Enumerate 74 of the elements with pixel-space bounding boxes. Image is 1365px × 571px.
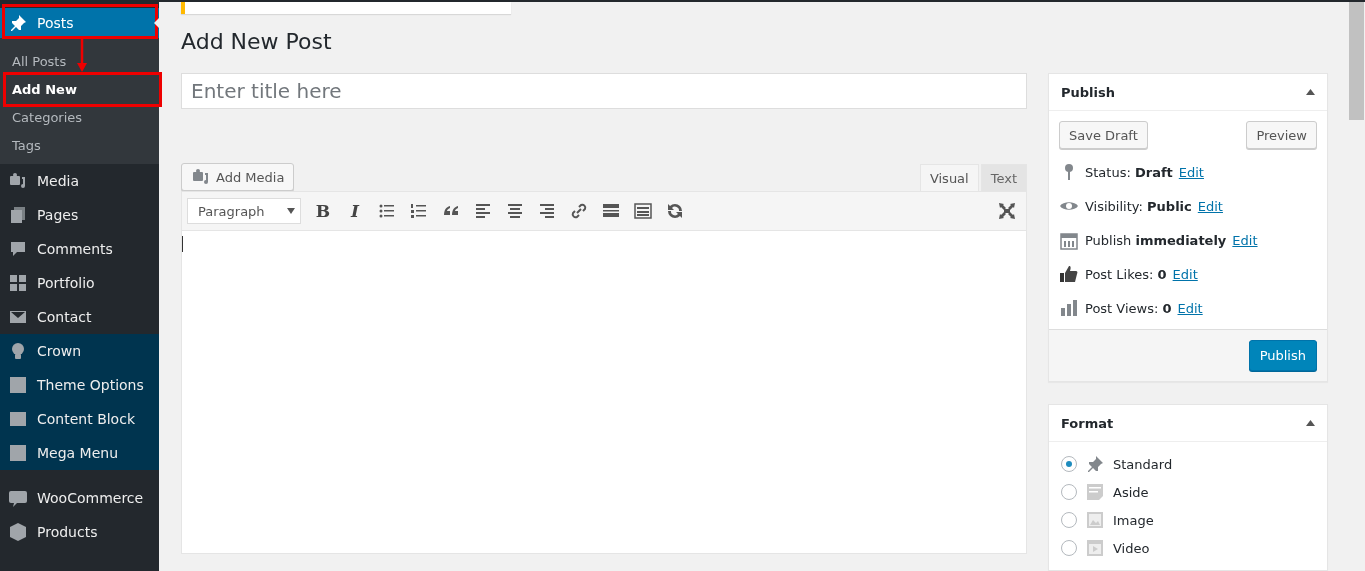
- sidebar-menu-item[interactable]: WooCommerce: [0, 481, 159, 515]
- edit-link[interactable]: Edit: [1172, 266, 1198, 282]
- status-text: Status: Draft: [1085, 164, 1173, 180]
- italic-button[interactable]: I: [339, 196, 371, 226]
- sidebar-menu-item[interactable]: Crown: [0, 334, 159, 368]
- calendar-icon: [1059, 230, 1079, 250]
- pages-icon: [8, 205, 28, 225]
- box-icon: [8, 522, 28, 542]
- text-cursor: [182, 236, 183, 252]
- collapse-icon[interactable]: [1306, 420, 1315, 426]
- radio-button[interactable]: [1061, 512, 1077, 528]
- radio-button[interactable]: [1061, 484, 1077, 500]
- format-option-label[interactable]: Standard: [1113, 456, 1173, 472]
- annotation-arrow: [76, 39, 88, 72]
- radio-button[interactable]: [1061, 540, 1077, 556]
- panel-title: Publish: [1061, 84, 1115, 100]
- thumbs-up-icon: [1059, 264, 1079, 284]
- paragraph-select[interactable]: Paragraph: [187, 198, 301, 224]
- editor-tab[interactable]: Visual: [919, 164, 979, 192]
- note-icon: [1085, 482, 1105, 502]
- sidebar-menu-item[interactable]: Contact: [0, 300, 159, 334]
- align-left-icon: [473, 201, 493, 221]
- sidebar-menu-item[interactable]: Content Block: [0, 402, 159, 436]
- editor-tab[interactable]: Text: [980, 164, 1027, 191]
- keyboard-icon: [633, 201, 653, 221]
- submenu-item[interactable]: Add New: [0, 75, 159, 103]
- collapse-icon[interactable]: [1306, 89, 1315, 95]
- numbers-icon: [409, 201, 429, 221]
- preview-button[interactable]: Preview: [1246, 121, 1317, 149]
- visibility-text: Visibility: Public: [1085, 198, 1192, 214]
- edit-link[interactable]: Edit: [1177, 300, 1203, 316]
- submenu-item[interactable]: All Posts: [0, 47, 159, 75]
- pushpin-icon: [1085, 454, 1105, 474]
- comment-icon: [8, 239, 28, 259]
- video-icon: [1085, 538, 1105, 558]
- grid-icon: [8, 273, 28, 293]
- add-media-button[interactable]: Add Media: [181, 163, 295, 191]
- align-center-icon: [505, 201, 525, 221]
- submenu-item[interactable]: Categories: [0, 103, 159, 131]
- refresh-icon: [665, 201, 685, 221]
- bold-button[interactable]: B: [307, 196, 339, 226]
- edit-link[interactable]: Edit: [1178, 164, 1204, 180]
- edit-link[interactable]: Edit: [1232, 232, 1258, 248]
- media-icon: [191, 167, 211, 187]
- format-option-label[interactable]: Video: [1113, 540, 1150, 556]
- save-draft-button[interactable]: Save Draft: [1059, 121, 1148, 149]
- sidebar-menu-item[interactable]: Products: [0, 515, 159, 549]
- caret-icon: [287, 208, 295, 214]
- sidebar-menu-item[interactable]: Comments: [0, 232, 159, 266]
- likes-text: Post Likes: 0: [1085, 266, 1167, 282]
- sidebar-menu-item[interactable]: Theme Options: [0, 368, 159, 402]
- page-title: Add New Post: [181, 28, 333, 57]
- publish-button[interactable]: Publish: [1248, 340, 1317, 371]
- panel-title: Format: [1061, 415, 1114, 431]
- format-option-label[interactable]: Image: [1113, 512, 1154, 528]
- align-right-icon: [537, 201, 557, 221]
- views-text: Post Views: 0: [1085, 300, 1172, 316]
- pin-icon: [8, 13, 28, 33]
- bar-chart-icon: [1059, 298, 1079, 318]
- sidebar-menu-item[interactable]: Pages: [0, 198, 159, 232]
- scrollbar-thumb[interactable]: [1349, 2, 1364, 120]
- sidebar-menu-item[interactable]: Media: [0, 164, 159, 198]
- title-input[interactable]: Enter title here: [181, 73, 1027, 109]
- radio-button[interactable]: [1061, 456, 1077, 472]
- sidebar-menu-item[interactable]: Mega Menu: [0, 436, 159, 470]
- format-option-label[interactable]: Aside: [1113, 484, 1149, 500]
- submenu-item[interactable]: Tags: [0, 131, 159, 159]
- fullscreen-icon[interactable]: [998, 202, 1016, 220]
- edit-link[interactable]: Edit: [1197, 198, 1223, 214]
- schedule-text: Publish immediately: [1085, 232, 1227, 248]
- media-icon: [8, 171, 28, 191]
- link-icon: [569, 201, 589, 221]
- sidebar-menu-item[interactable]: Portfolio: [0, 266, 159, 300]
- image-icon: [1085, 510, 1105, 530]
